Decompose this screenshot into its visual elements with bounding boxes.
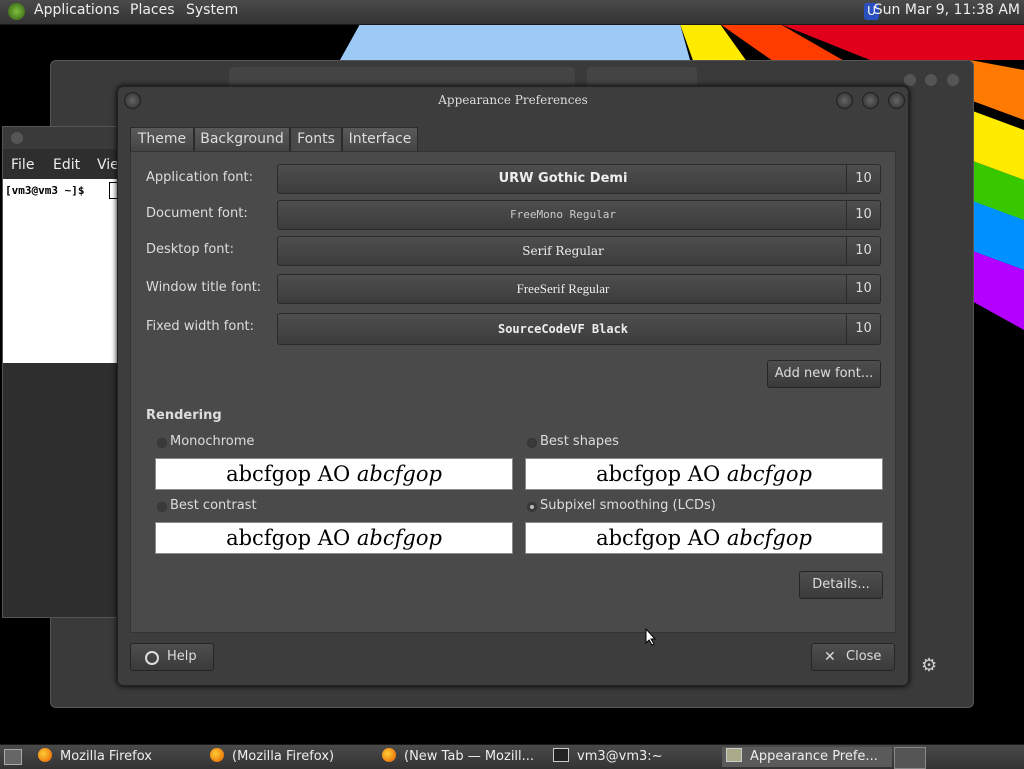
subpixel-smoothing-preview[interactable]: abcfgop AO abcfgop <box>525 522 883 554</box>
details-button[interactable]: Details... <box>799 571 883 599</box>
preview-italic-text: abcfgop <box>726 462 812 486</box>
main-menu-icon[interactable] <box>8 3 25 20</box>
taskbar-item-label: vm3@vm3:~ <box>577 749 663 764</box>
taskbar-item-active[interactable]: Appearance Prefe... <box>722 747 892 767</box>
taskbar-item[interactable]: (New Tab — Mozill... <box>382 747 542 767</box>
preview-text: abcfgop AO <box>226 462 351 486</box>
window-title-font-size: 10 <box>846 275 880 303</box>
bottom-taskbar: Mozilla Firefox (Mozilla Firefox) (New T… <box>0 744 1024 769</box>
best-shapes-radio[interactable] <box>527 438 537 448</box>
application-font-size: 10 <box>846 165 880 193</box>
panel-clock[interactable]: Sun Mar 9, 11:38 AM <box>874 2 1020 18</box>
monochrome-preview[interactable]: abcfgop AO abcfgop <box>155 458 513 490</box>
preview-text: abcfgop AO <box>226 526 351 550</box>
fixed-width-font-button[interactable]: SourceCodeVF Black 10 <box>277 313 881 345</box>
close-icon[interactable] <box>888 92 905 109</box>
fixed-width-font-name: SourceCodeVF Black <box>497 322 629 336</box>
maximize-icon[interactable] <box>925 74 937 86</box>
terminal-prompt: [vm3@vm3 ~]$ <box>5 184 85 197</box>
preview-italic-text: abcfgop <box>726 526 812 550</box>
close-icon[interactable] <box>947 74 959 86</box>
minimize-icon[interactable] <box>836 92 853 109</box>
maximize-icon[interactable] <box>862 92 879 109</box>
close-icon: ✕ <box>824 649 836 665</box>
desktop-font-button[interactable]: Serif Regular 10 <box>277 236 881 266</box>
application-font-name: URW Gothic Demi <box>498 171 628 186</box>
terminal-menu-file[interactable]: File <box>11 157 34 173</box>
monochrome-label[interactable]: Monochrome <box>170 434 254 449</box>
tab-fonts[interactable]: Fonts <box>290 127 342 153</box>
taskbar-item-label: Mozilla Firefox <box>60 749 152 764</box>
close-button[interactable]: ✕ Close <box>811 643 895 671</box>
fixed-width-font-label: Fixed width font: <box>146 319 255 334</box>
tab-interface[interactable]: Interface <box>342 127 418 152</box>
firefox-icon <box>382 748 396 762</box>
show-desktop-icon[interactable] <box>4 749 22 765</box>
preview-text: abcfgop AO <box>596 462 721 486</box>
best-contrast-label[interactable]: Best contrast <box>170 498 257 513</box>
desktop-font-size: 10 <box>846 237 880 265</box>
mouse-pointer-icon <box>645 628 657 646</box>
subpixel-smoothing-label[interactable]: Subpixel smoothing (LCDs) <box>540 498 716 513</box>
subpixel-smoothing-radio[interactable] <box>527 502 537 512</box>
gear-icon[interactable]: ⚙ <box>921 655 937 676</box>
best-shapes-label[interactable]: Best shapes <box>540 434 619 449</box>
dialog-title: Appearance Preferences <box>438 93 588 107</box>
minimize-icon[interactable] <box>904 74 916 86</box>
appearance-icon <box>726 748 742 762</box>
tab-background[interactable]: Background <box>194 127 290 152</box>
rendering-heading: Rendering <box>146 408 222 423</box>
document-font-size: 10 <box>846 201 880 229</box>
desktop-font-label: Desktop font: <box>146 242 234 257</box>
taskbar-item-label: Appearance Prefe... <box>750 749 878 764</box>
application-font-button[interactable]: URW Gothic Demi 10 <box>277 164 881 194</box>
taskbar-item[interactable]: Mozilla Firefox <box>38 747 198 767</box>
help-button-label: Help <box>167 649 197 664</box>
window-title-font-button[interactable]: FreeSerif Regular 10 <box>277 274 881 304</box>
window-title-font-label: Window title font: <box>146 280 262 295</box>
add-new-font-button[interactable]: Add new font... <box>767 360 881 388</box>
terminal-menu-edit[interactable]: Edit <box>53 157 80 173</box>
preview-italic-text: abcfgop <box>356 526 442 550</box>
monochrome-radio[interactable] <box>157 438 167 448</box>
tab-theme[interactable]: Theme <box>130 127 194 152</box>
window-title-font-name: FreeSerif Regular <box>516 281 610 296</box>
top-panel: Applications Places System U Sun Mar 9, … <box>0 0 1024 25</box>
best-contrast-preview[interactable]: abcfgop AO abcfgop <box>155 522 513 554</box>
close-button-label: Close <box>846 649 882 664</box>
workspace-switcher[interactable] <box>894 747 926 769</box>
best-shapes-preview[interactable]: abcfgop AO abcfgop <box>525 458 883 490</box>
document-font-name: FreeMono Regular <box>510 208 616 221</box>
help-icon <box>145 651 159 665</box>
menu-places[interactable]: Places <box>130 2 175 18</box>
taskbar-item[interactable]: vm3@vm3:~ <box>553 747 713 767</box>
terminal-icon <box>553 748 569 762</box>
close-icon[interactable] <box>11 132 23 144</box>
preview-italic-text: abcfgop <box>356 462 442 486</box>
document-font-button[interactable]: FreeMono Regular 10 <box>277 200 881 230</box>
taskbar-item-label: (New Tab — Mozill... <box>404 749 535 764</box>
fonts-panel: Application font: URW Gothic Demi 10 Doc… <box>130 151 896 633</box>
firefox-icon <box>38 748 52 762</box>
application-font-label: Application font: <box>146 170 254 185</box>
desktop-font-name: Serif Regular <box>522 244 604 258</box>
taskbar-item[interactable]: (Mozilla Firefox) <box>210 747 370 767</box>
preview-text: abcfgop AO <box>596 526 721 550</box>
firefox-icon <box>210 748 224 762</box>
best-contrast-radio[interactable] <box>157 502 167 512</box>
help-button[interactable]: Help <box>130 643 214 671</box>
menu-applications[interactable]: Applications <box>34 2 120 18</box>
terminal-menu-view[interactable]: Vie <box>97 157 119 173</box>
fixed-width-font-size: 10 <box>846 314 880 344</box>
taskbar-item-label: (Mozilla Firefox) <box>232 749 335 764</box>
menu-system[interactable]: System <box>186 2 238 18</box>
appearance-preferences-dialog: Appearance Preferences Theme Background … <box>117 86 909 686</box>
document-font-label: Document font: <box>146 206 248 221</box>
